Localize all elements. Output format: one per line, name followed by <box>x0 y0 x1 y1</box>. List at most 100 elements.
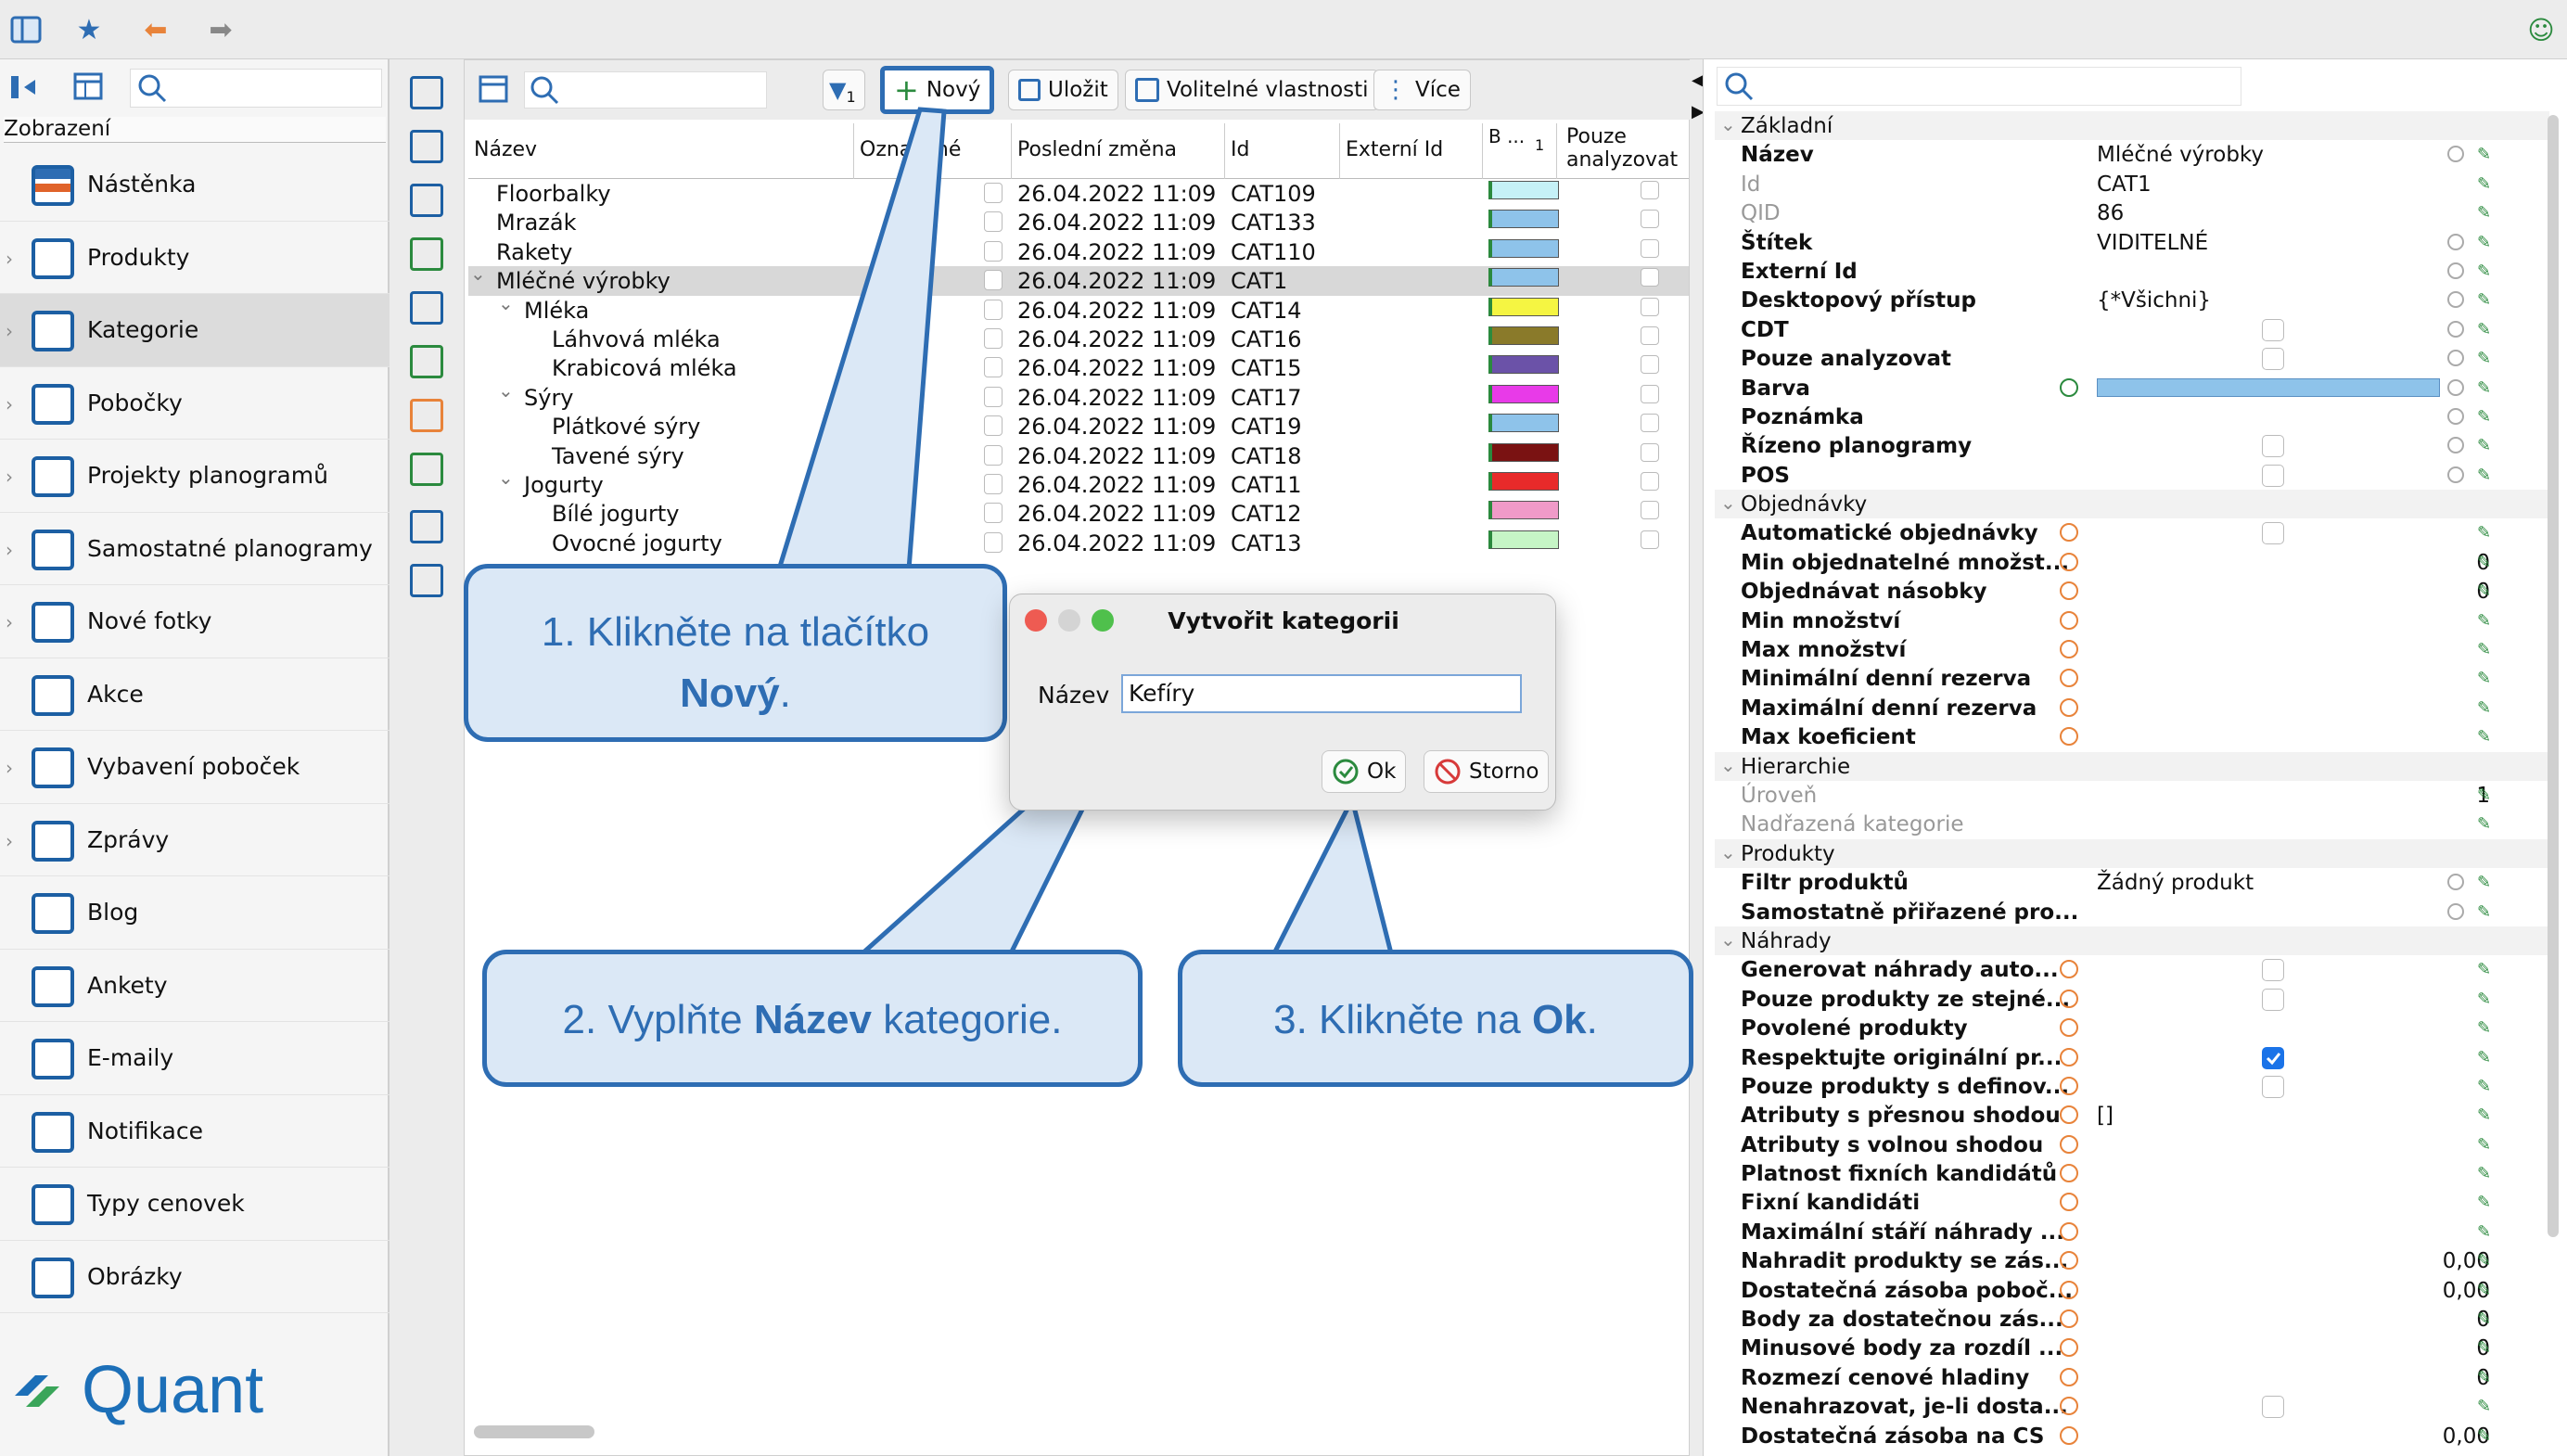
edit-pen-icon[interactable]: ✎ <box>2477 1222 2496 1242</box>
cell-marked-checkbox[interactable] <box>984 415 1003 437</box>
cell-analyze-only-checkbox[interactable] <box>1641 384 1659 403</box>
cell-marked-checkbox[interactable] <box>984 240 1003 262</box>
col-header-id[interactable]: Id <box>1225 123 1340 179</box>
edit-pen-icon[interactable]: ✎ <box>2477 1048 2496 1067</box>
sidebar-item[interactable]: › category-icon Kategorie <box>0 294 390 367</box>
edit-pen-icon[interactable]: ✎ <box>2477 174 2496 194</box>
edit-pen-icon[interactable]: ✎ <box>2477 145 2496 164</box>
edit-pen-icon[interactable]: ✎ <box>2477 320 2496 339</box>
inherit-icon[interactable] <box>2060 1076 2078 1095</box>
inherit-icon[interactable] <box>2060 523 2078 543</box>
property-row[interactable]: Automatické objednávky ✎ <box>1715 518 2549 547</box>
chevron-right-icon[interactable]: › <box>6 248 13 270</box>
sync-icon[interactable] <box>2447 350 2464 367</box>
copy-icon[interactable] <box>410 130 443 163</box>
import-excel-icon[interactable] <box>410 399 443 432</box>
property-row[interactable]: Filtr produktů Žádný produkt ✎ <box>1715 868 2549 897</box>
sync-icon[interactable] <box>2447 320 2464 338</box>
edit-pen-icon[interactable]: ✎ <box>2477 1193 2496 1212</box>
category-name-input[interactable]: Kefíry <box>1121 674 1522 713</box>
property-row[interactable]: Nadřazená kategorie ✎ <box>1715 810 2549 838</box>
property-row[interactable]: Rozmezí cenové hladiny 0 ✎ <box>1715 1363 2549 1392</box>
property-row[interactable]: Atributy s volnou shodou ✎ <box>1715 1130 2549 1159</box>
property-row[interactable]: Povolené produkty ✎ <box>1715 1014 2549 1042</box>
edit-pen-icon[interactable]: ✎ <box>2477 523 2496 543</box>
properties-scrollbar[interactable] <box>2548 115 2559 1237</box>
property-value[interactable]: VIDITELNÉ <box>2097 231 2208 255</box>
property-checkbox[interactable] <box>2262 464 2284 487</box>
sync-icon[interactable] <box>2447 146 2464 163</box>
sidebar-item[interactable]: email-icon E-maily <box>0 1022 390 1095</box>
property-row[interactable]: Nenahrazovat, je-li dosta... ✎ <box>1715 1392 2549 1421</box>
property-row[interactable]: Poznámka ✎ <box>1715 402 2549 431</box>
property-value[interactable]: Žádný produkt <box>2097 871 2254 895</box>
new-button[interactable]: + Nový <box>880 66 995 114</box>
chevron-down-icon[interactable]: ⌄ <box>1720 492 1736 514</box>
table-row[interactable]: ⌄ Mléka 26.04.2022 11:09 CAT14 <box>468 292 1689 325</box>
property-row[interactable]: Pouze produkty s definov... ✎ <box>1715 1072 2549 1101</box>
table-export-icon[interactable] <box>410 510 443 543</box>
cell-analyze-only-checkbox[interactable] <box>1641 355 1659 375</box>
table-row[interactable]: Ovocné jogurty 26.04.2022 11:09 CAT13 <box>468 529 1689 557</box>
cell-analyze-only-checkbox[interactable] <box>1641 442 1659 462</box>
cell-marked-checkbox[interactable] <box>984 327 1003 349</box>
property-row[interactable]: Platnost fixních kandidátů ✎ <box>1715 1159 2549 1188</box>
chevron-down-icon[interactable]: ⌄ <box>1720 928 1736 951</box>
sidebar-item[interactable]: blog-icon Blog <box>0 876 390 950</box>
property-row[interactable]: Min množství ✎ <box>1715 607 2549 635</box>
smiley-icon[interactable]: ☺ <box>2524 13 2558 46</box>
table-row[interactable]: Bílé jogurty 26.04.2022 11:09 CAT12 <box>468 499 1689 528</box>
property-row[interactable]: CDT ✎ <box>1715 315 2549 344</box>
export-excel-icon[interactable] <box>410 345 443 378</box>
color-picker-icon[interactable] <box>2060 377 2078 397</box>
table-row[interactable]: Láhvová mléka 26.04.2022 11:09 CAT16 <box>468 325 1689 353</box>
sync-icon[interactable] <box>2447 874 2464 891</box>
star-icon[interactable]: ★ <box>72 13 106 46</box>
cell-analyze-only-checkbox[interactable] <box>1641 530 1659 549</box>
property-row[interactable]: Štítek VIDITELNÉ ✎ <box>1715 228 2549 257</box>
property-row[interactable]: Barva ✎ <box>1715 374 2549 402</box>
edit-pen-icon[interactable]: ✎ <box>2477 669 2496 688</box>
col-header-external-id[interactable]: Externí Id <box>1340 123 1483 179</box>
property-row[interactable]: Generovat náhrady auto... ✎ <box>1715 955 2549 984</box>
table-row[interactable]: Mrazák 26.04.2022 11:09 CAT133 <box>468 208 1689 236</box>
cell-analyze-only-checkbox[interactable] <box>1641 268 1659 287</box>
edit-pen-icon[interactable]: ✎ <box>2477 785 2496 805</box>
tree-toggle-icon[interactable]: ⌄ <box>498 292 514 314</box>
table-row[interactable]: Tavené sýry 26.04.2022 11:09 CAT18 <box>468 441 1689 470</box>
edit-pen-icon[interactable]: ✎ <box>2477 581 2496 601</box>
sync-icon[interactable] <box>2447 378 2464 396</box>
sidebar-item[interactable]: › planogram-project-icon Projekty planogra… <box>0 440 390 513</box>
sidebar-toggle-icon[interactable] <box>9 13 43 46</box>
cell-analyze-only-checkbox[interactable] <box>1641 414 1659 433</box>
table-row[interactable]: ⌄ Sýry 26.04.2022 11:09 CAT17 <box>468 379 1689 412</box>
property-section[interactable]: ⌄ Náhrady <box>1715 926 2549 956</box>
edit-pen-icon[interactable]: ✎ <box>2477 1338 2496 1358</box>
inherit-icon[interactable] <box>2060 581 2078 601</box>
sync-icon[interactable] <box>2447 437 2464 454</box>
property-section[interactable]: ⌄ Produkty <box>1715 838 2549 869</box>
property-row[interactable]: Max koeficient ✎ <box>1715 722 2549 751</box>
chevron-right-icon[interactable]: › <box>6 830 13 852</box>
inherit-icon[interactable] <box>2060 640 2078 659</box>
inherit-icon[interactable] <box>2060 1018 2078 1038</box>
sidebar-item[interactable]: promo-icon Akce <box>0 658 390 731</box>
inherit-icon[interactable] <box>2060 1134 2078 1154</box>
more-button[interactable]: ⋮ Více <box>1373 70 1471 110</box>
property-row[interactable]: Max množství ✎ <box>1715 635 2549 664</box>
inherit-icon[interactable] <box>2060 552 2078 571</box>
edit-pen-icon[interactable]: ✎ <box>2477 611 2496 631</box>
sidebar-item[interactable]: image-icon Obrázky <box>0 1241 390 1313</box>
sync-icon[interactable] <box>2447 902 2464 920</box>
property-checkbox[interactable] <box>2262 348 2284 371</box>
filter-button[interactable]: ▼ 1 <box>823 70 865 110</box>
chevron-down-icon[interactable]: ⌄ <box>1720 754 1736 776</box>
inherit-icon[interactable] <box>2060 1280 2078 1299</box>
chevron-right-icon[interactable]: › <box>6 466 13 488</box>
edit-pen-icon[interactable]: ✎ <box>2477 1397 2496 1416</box>
property-value[interactable]: {*Všichni} <box>2097 288 2211 313</box>
edit-pen-icon[interactable]: ✎ <box>2477 1251 2496 1271</box>
chevron-right-icon[interactable]: › <box>6 611 13 633</box>
chevron-right-icon[interactable]: › <box>6 757 13 779</box>
cell-marked-checkbox[interactable] <box>984 386 1003 407</box>
